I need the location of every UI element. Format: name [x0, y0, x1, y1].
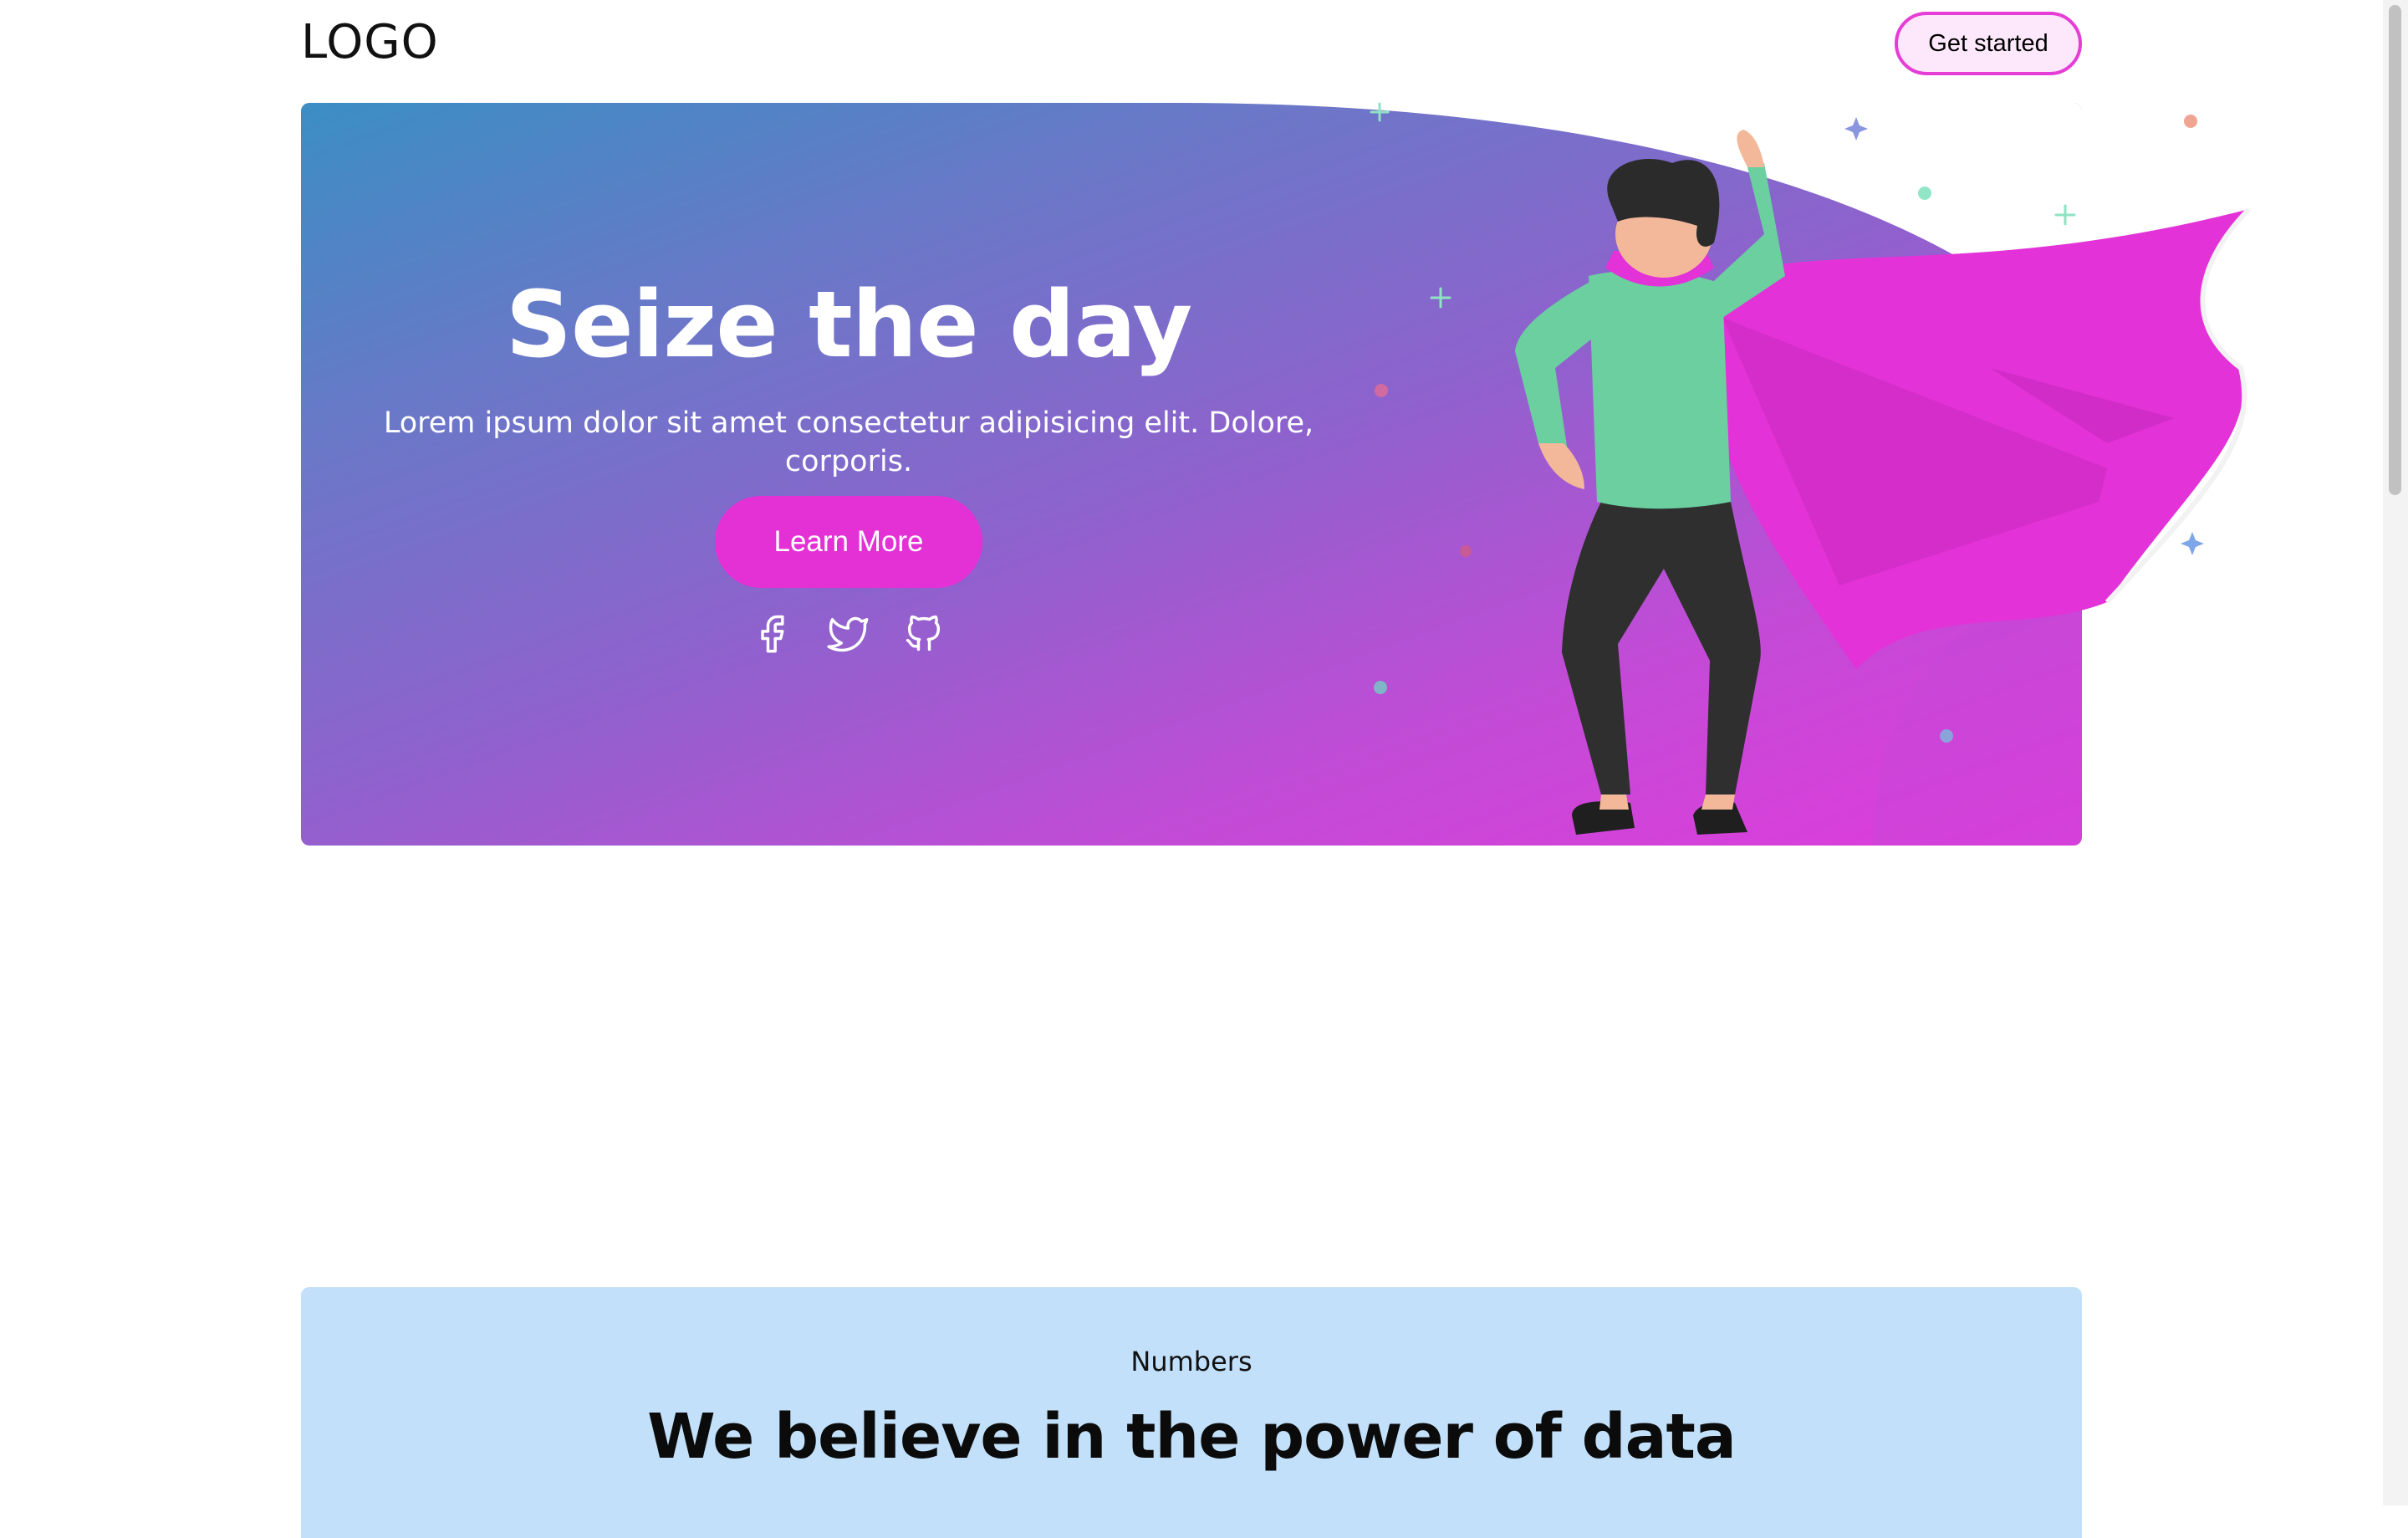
facebook-icon[interactable] [752, 611, 795, 655]
learn-more-button[interactable]: Learn More [715, 496, 982, 588]
github-icon[interactable] [902, 611, 946, 655]
numbers-section: Numbers We believe in the power of data [301, 1287, 2082, 1538]
hero-content: Seize the day Lorem ipsum dolor sit amet… [368, 270, 1329, 655]
section-title: We believe in the power of data [647, 1401, 1737, 1473]
get-started-button[interactable]: Get started [1895, 12, 2082, 75]
social-links [368, 611, 1329, 655]
logo[interactable]: LOGO [301, 15, 439, 69]
twitter-icon[interactable] [827, 611, 870, 655]
hero-title: Seize the day [505, 271, 1193, 378]
landing-page: LOGO Get started Seize the day Lorem ips… [0, 0, 2408, 1538]
scrollbar-thumb[interactable] [2389, 5, 2401, 495]
hero-subtitle: Lorem ipsum dolor sit amet consectetur a… [383, 406, 1314, 478]
hero-banner: Seize the day Lorem ipsum dolor sit amet… [301, 103, 2082, 846]
section-eyebrow: Numbers [1130, 1346, 1252, 1377]
